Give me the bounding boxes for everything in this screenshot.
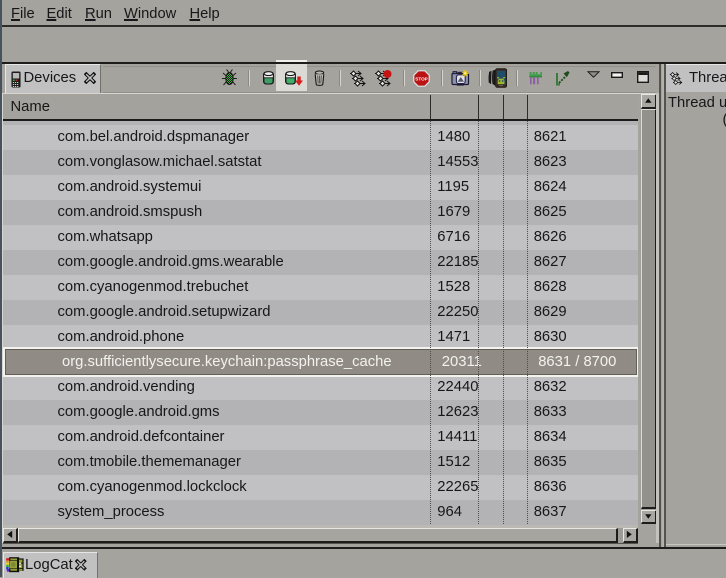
svg-text:STOP: STOP	[415, 76, 427, 81]
